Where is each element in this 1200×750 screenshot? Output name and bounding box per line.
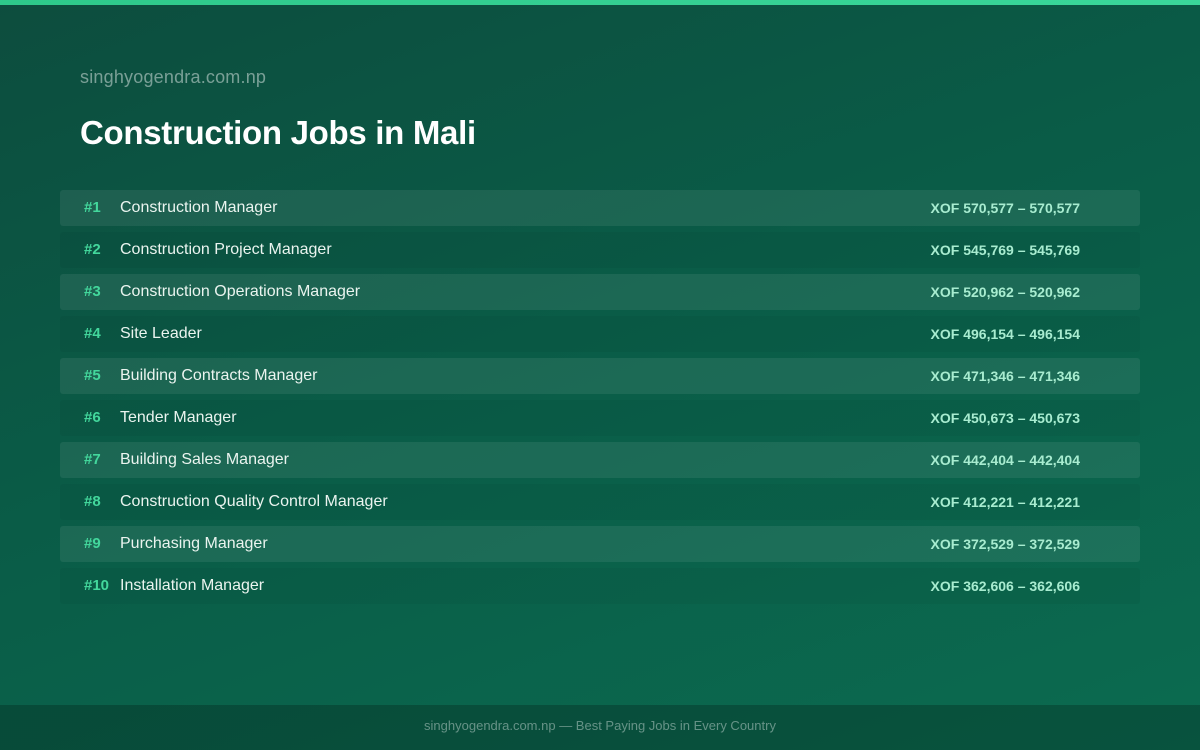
top-accent-bar (0, 0, 1200, 5)
salary-range: XOF 545,769 – 545,769 (930, 242, 1080, 258)
salary-range: XOF 412,221 – 412,221 (930, 494, 1080, 510)
footer-text: singhyogendra.com.np — Best Paying Jobs … (424, 718, 776, 733)
job-title: Construction Manager (120, 199, 278, 216)
page-title: Construction Jobs in Mali (80, 114, 476, 151)
rank-label: #6 (84, 409, 101, 426)
salary-range: XOF 520,962 – 520,962 (930, 284, 1080, 300)
rank-label: #8 (84, 493, 101, 510)
rank-label: #2 (84, 241, 101, 258)
footer: singhyogendra.com.np — Best Paying Jobs … (0, 705, 1200, 750)
list-item: #5 Building Contracts Manager XOF 471,34… (60, 358, 1140, 394)
site-name: singhyogendra.com.np (80, 67, 267, 87)
list-item: #3 Construction Operations Manager XOF 5… (60, 274, 1140, 310)
salary-range: XOF 471,346 – 471,346 (930, 368, 1080, 384)
list-item: #2 Construction Project Manager XOF 545,… (60, 232, 1140, 268)
job-title: Construction Project Manager (120, 241, 332, 258)
salary-range: XOF 450,673 – 450,673 (930, 410, 1080, 426)
salary-range: XOF 570,577 – 570,577 (930, 200, 1080, 216)
rank-label: #1 (84, 199, 101, 216)
job-title: Construction Quality Control Manager (120, 493, 388, 510)
job-title: Tender Manager (120, 409, 237, 426)
list-item: #10 Installation Manager XOF 362,606 – 3… (60, 568, 1140, 604)
rank-label: #5 (84, 367, 101, 384)
job-title: Construction Operations Manager (120, 283, 361, 300)
list-item: #9 Purchasing Manager XOF 372,529 – 372,… (60, 526, 1140, 562)
salary-range: XOF 372,529 – 372,529 (930, 536, 1080, 552)
job-list: #1 Construction Manager XOF 570,577 – 57… (60, 190, 1140, 610)
rank-label: #4 (84, 325, 101, 342)
rank-label: #3 (84, 283, 101, 300)
list-item: #7 Building Sales Manager XOF 442,404 – … (60, 442, 1140, 478)
job-title: Site Leader (120, 325, 202, 342)
salary-range: XOF 496,154 – 496,154 (930, 326, 1080, 342)
list-item: #8 Construction Quality Control Manager … (60, 484, 1140, 520)
list-item: #4 Site Leader XOF 496,154 – 496,154 (60, 316, 1140, 352)
rank-label: #7 (84, 451, 101, 468)
job-title: Building Sales Manager (120, 451, 289, 468)
list-item: #6 Tender Manager XOF 450,673 – 450,673 (60, 400, 1140, 436)
job-title: Installation Manager (120, 577, 265, 594)
salary-range: XOF 442,404 – 442,404 (930, 452, 1080, 468)
rank-label: #10 (84, 577, 110, 594)
job-title: Building Contracts Manager (120, 367, 318, 384)
rank-label: #9 (84, 535, 101, 552)
salary-range: XOF 362,606 – 362,606 (930, 578, 1080, 594)
list-item: #1 Construction Manager XOF 570,577 – 57… (60, 190, 1140, 226)
job-title: Purchasing Manager (120, 535, 268, 552)
